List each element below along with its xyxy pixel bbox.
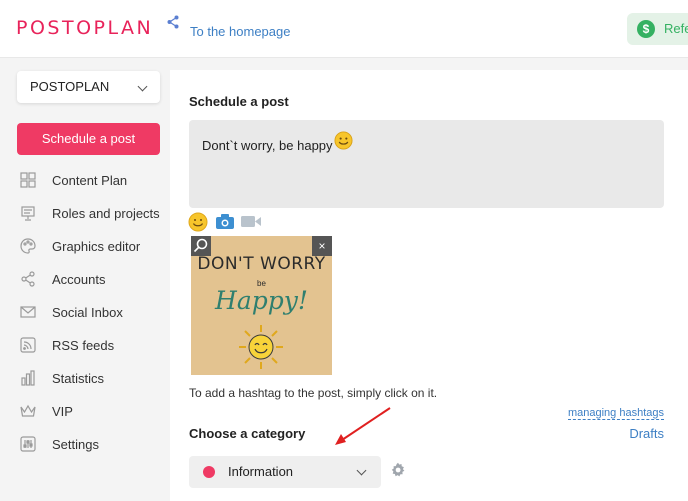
sidebar-item-label: Content Plan <box>52 173 128 188</box>
dollar-icon: $ <box>637 20 655 38</box>
managing-hashtags-link[interactable]: managing hashtags <box>567 407 664 420</box>
chevron-down-icon <box>137 81 148 92</box>
sidebar-item-content-plan[interactable]: Content Plan <box>17 164 167 197</box>
homepage-link[interactable]: To the homepage <box>190 24 290 39</box>
sidebar-item-label: Roles and projects <box>52 206 160 221</box>
drafts-link[interactable]: Drafts <box>629 426 664 441</box>
sidebar-item-settings[interactable]: Settings <box>17 428 167 461</box>
sun-illustration <box>239 325 283 369</box>
sidebar-item-accounts[interactable]: Accounts <box>17 263 167 296</box>
sidebar-item-label: Social Inbox <box>52 305 123 320</box>
schedule-post-button[interactable]: Schedule a post <box>17 123 160 155</box>
hashtag-hint: To add a hashtag to the post, simply cli… <box>189 386 438 400</box>
crown-icon <box>20 404 36 417</box>
sidebar-item-rss-feeds[interactable]: RSS feeds <box>17 329 167 362</box>
sidebar-item-roles-and-projects[interactable]: Roles and projects <box>17 197 167 230</box>
red-arrow-annotation <box>335 407 391 445</box>
sidebar-item-graphics-editor[interactable]: Graphics editor <box>17 230 167 263</box>
refer-button[interactable]: $ Refe <box>627 13 688 45</box>
sidebar-item-social-inbox[interactable]: Social Inbox <box>17 296 167 329</box>
sidebar-item-vip[interactable]: VIP <box>17 395 167 428</box>
sidebar-nav: Content Plan Roles and projects Graphics… <box>17 164 167 461</box>
project-select-label: POSTOPLAN <box>30 79 110 94</box>
camera-icon[interactable] <box>215 213 235 230</box>
post-text-editor[interactable]: Dont`t worry, be happy <box>189 120 664 208</box>
sidebar-item-label: Settings <box>52 437 99 452</box>
postoplan-logo[interactable]: POSTOPLAN <box>16 17 153 39</box>
project-select[interactable]: POSTOPLAN <box>17 71 160 103</box>
close-icon[interactable]: × <box>312 236 332 256</box>
category-title: Choose a category <box>189 426 306 441</box>
category-color-dot <box>203 466 215 478</box>
page-title: Schedule a post <box>189 94 289 109</box>
chevron-down-icon <box>356 465 367 476</box>
category-select-label: Information <box>228 464 294 479</box>
schedule-post-panel: Schedule a post Dont`t worry, be happy D… <box>170 70 688 501</box>
image-text: Happy! <box>215 286 308 315</box>
sidebar-item-label: Accounts <box>52 272 106 287</box>
emoji-icon[interactable] <box>188 212 208 232</box>
smiling-emoji-icon <box>334 131 353 150</box>
zoom-icon[interactable] <box>191 236 211 256</box>
post-text: Dont`t worry, be happy <box>202 138 333 153</box>
grid-icon <box>20 172 36 188</box>
image-text: DON'T WORRY <box>197 254 326 274</box>
bar-chart-icon <box>21 370 35 386</box>
gear-icon[interactable] <box>390 462 406 478</box>
sidebar-item-label: Graphics editor <box>52 239 141 254</box>
top-bar: POSTOPLAN To the homepage $ Refe <box>0 0 688 58</box>
refer-label: Refe <box>664 21 688 36</box>
rss-icon <box>20 337 36 353</box>
sidebar-item-statistics[interactable]: Statistics <box>17 362 167 395</box>
presentation-icon <box>21 206 35 221</box>
category-select[interactable]: Information <box>189 456 381 488</box>
logo-share-icon <box>167 15 179 29</box>
sidebar-item-label: VIP <box>52 404 73 419</box>
envelope-icon <box>20 306 36 318</box>
attached-image[interactable]: DON'T WORRY be Happy! × <box>191 236 332 375</box>
sidebar-item-label: RSS feeds <box>52 338 115 353</box>
sliders-icon <box>20 436 36 452</box>
video-camera-icon[interactable] <box>240 214 262 229</box>
sidebar-item-label: Statistics <box>52 371 105 386</box>
palette-icon <box>20 238 36 254</box>
share-icon <box>21 271 35 287</box>
